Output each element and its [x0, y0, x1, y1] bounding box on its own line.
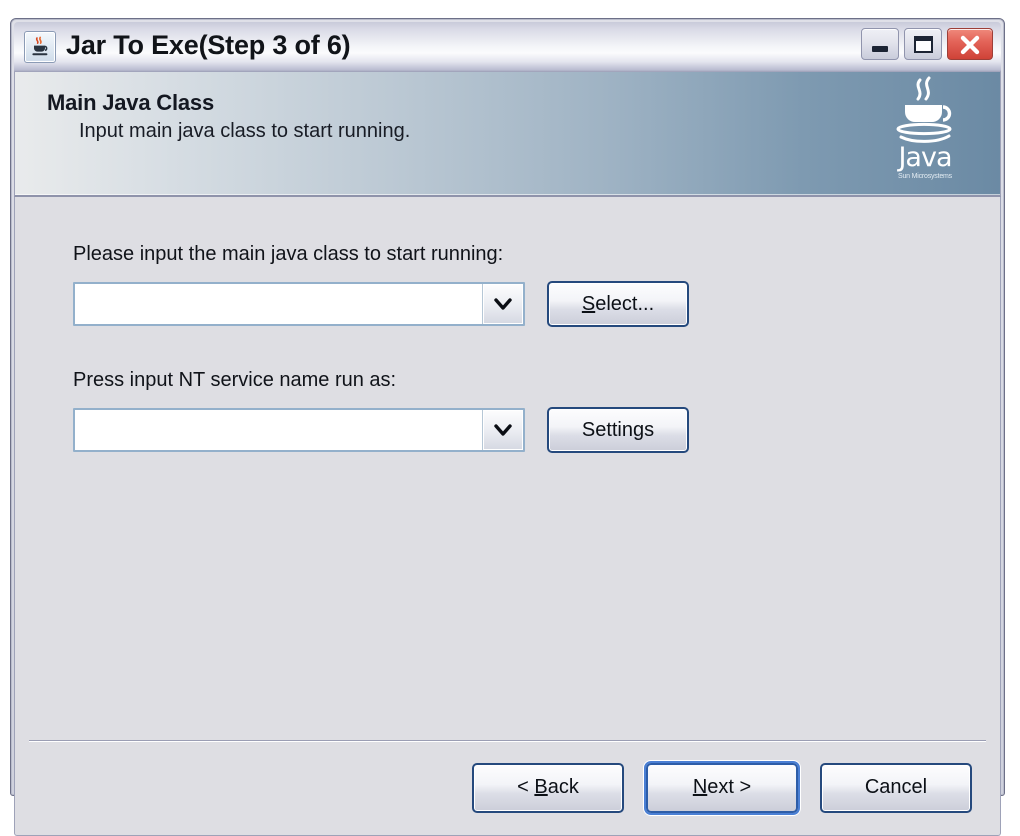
maximize-icon	[914, 36, 933, 53]
main-class-label: Please input the main java class to star…	[73, 243, 504, 265]
cancel-button[interactable]: Cancel	[820, 762, 972, 813]
back-button-mnemonic: B	[534, 776, 548, 798]
wizard-banner: Main Java Class Input main java class to…	[14, 72, 1001, 197]
java-logo: Java Sun Microsystems	[870, 76, 980, 188]
main-class-row: Select...	[73, 281, 1000, 327]
chevron-down-icon[interactable]	[482, 284, 523, 324]
window-title: Jar To Exe(Step 3 of 6)	[66, 30, 351, 60]
footer-separator	[29, 740, 986, 742]
window-controls	[861, 28, 993, 60]
wizard-footer: < Back Next > Cancel	[14, 740, 1001, 836]
jar-to-exe-wizard-window: Jar To Exe(Step 3 of 6) Main Java Class …	[10, 18, 1005, 836]
service-name-label: Press input NT service name run as:	[73, 369, 397, 391]
java-tagline: Sun Microsystems	[898, 172, 952, 180]
chevron-down-icon[interactable]	[482, 410, 523, 450]
close-icon	[959, 34, 981, 61]
back-button-prefix: <	[517, 776, 535, 798]
minimize-icon	[872, 46, 888, 52]
minimize-button[interactable]	[861, 28, 899, 60]
wizard-content: Please input the main java class to star…	[14, 197, 1001, 740]
banner-title: Main Java Class	[47, 90, 214, 115]
select-button-label: elect...	[595, 292, 655, 315]
service-name-row: Settings	[73, 407, 1000, 453]
next-button-mnemonic: N	[692, 776, 708, 798]
main-class-combobox[interactable]	[73, 282, 525, 326]
window-inner: Jar To Exe(Step 3 of 6) Main Java Class …	[14, 22, 1001, 836]
next-button[interactable]: Next >	[646, 762, 798, 813]
title-bar[interactable]: Jar To Exe(Step 3 of 6)	[14, 22, 1001, 72]
close-button[interactable]	[947, 28, 993, 60]
settings-button[interactable]: Settings	[547, 407, 689, 453]
back-button[interactable]: < Back	[472, 762, 624, 813]
maximize-button[interactable]	[904, 28, 942, 60]
select-button[interactable]: Select...	[547, 281, 689, 327]
java-wordmark: Java	[898, 142, 952, 173]
service-name-combobox[interactable]	[73, 408, 525, 452]
back-button-suffix: ack	[547, 776, 579, 798]
service-name-input[interactable]	[75, 410, 482, 450]
main-class-input[interactable]	[75, 284, 482, 324]
select-button-mnemonic: S	[581, 292, 596, 315]
banner-subtitle: Input main java class to start running.	[79, 120, 411, 142]
next-button-suffix: ext >	[707, 776, 752, 798]
java-cup-icon	[24, 31, 56, 63]
